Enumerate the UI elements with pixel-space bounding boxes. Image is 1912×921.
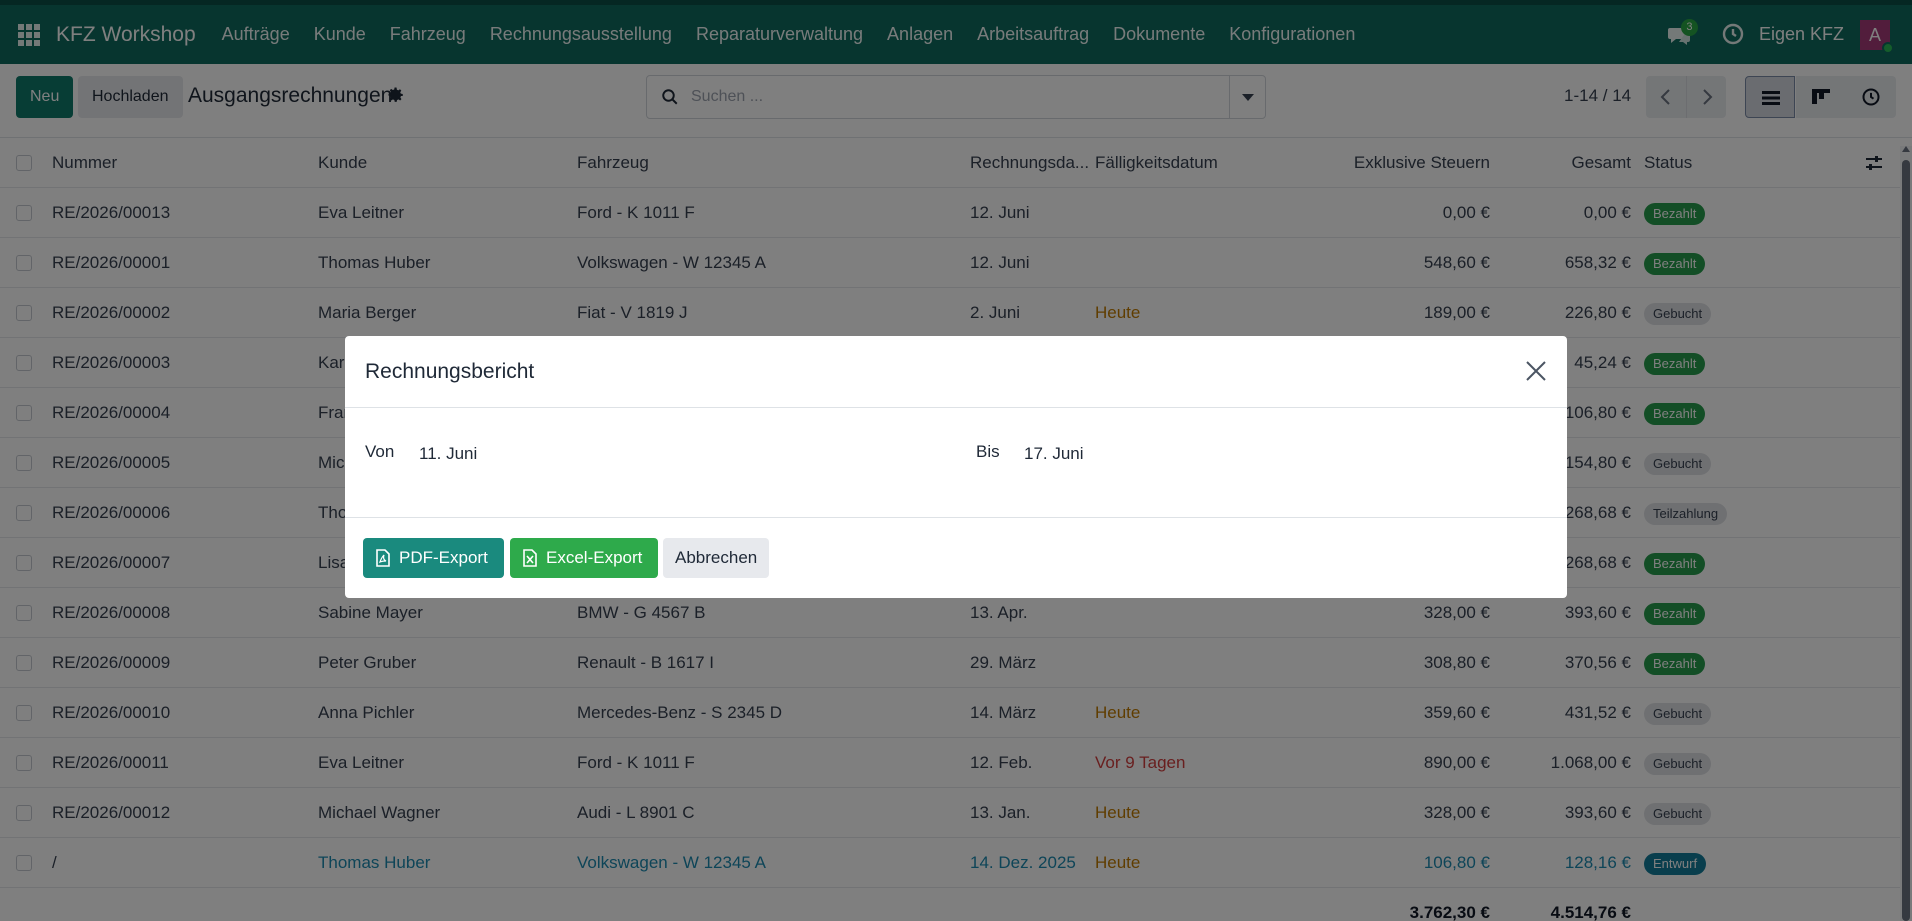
invoice-report-dialog: Rechnungsbericht Von 11. Juni Bis 17. Ju… [345, 336, 1567, 598]
dialog-title: Rechnungsbericht [365, 360, 535, 383]
from-date-field[interactable]: 11. Juni [419, 444, 477, 464]
dialog-header: Rechnungsbericht [345, 336, 1567, 408]
pdf-export-button[interactable]: PDF-Export [363, 538, 504, 578]
pdf-export-label: PDF-Export [399, 548, 488, 567]
excel-export-button[interactable]: Excel-Export [510, 538, 658, 578]
from-label: Von [365, 442, 395, 461]
dialog-body: Von 11. Juni Bis 17. Juni [345, 408, 1567, 518]
close-icon[interactable] [1523, 358, 1549, 384]
excel-file-icon [523, 549, 537, 567]
pdf-file-icon [376, 549, 390, 567]
dialog-footer: PDF-Export Excel-Export Abbrechen [345, 518, 1567, 598]
to-date-field[interactable]: 17. Juni [1024, 444, 1084, 464]
cancel-button[interactable]: Abbrechen [663, 538, 769, 578]
excel-export-label: Excel-Export [546, 548, 643, 567]
to-label: Bis [976, 442, 1000, 461]
